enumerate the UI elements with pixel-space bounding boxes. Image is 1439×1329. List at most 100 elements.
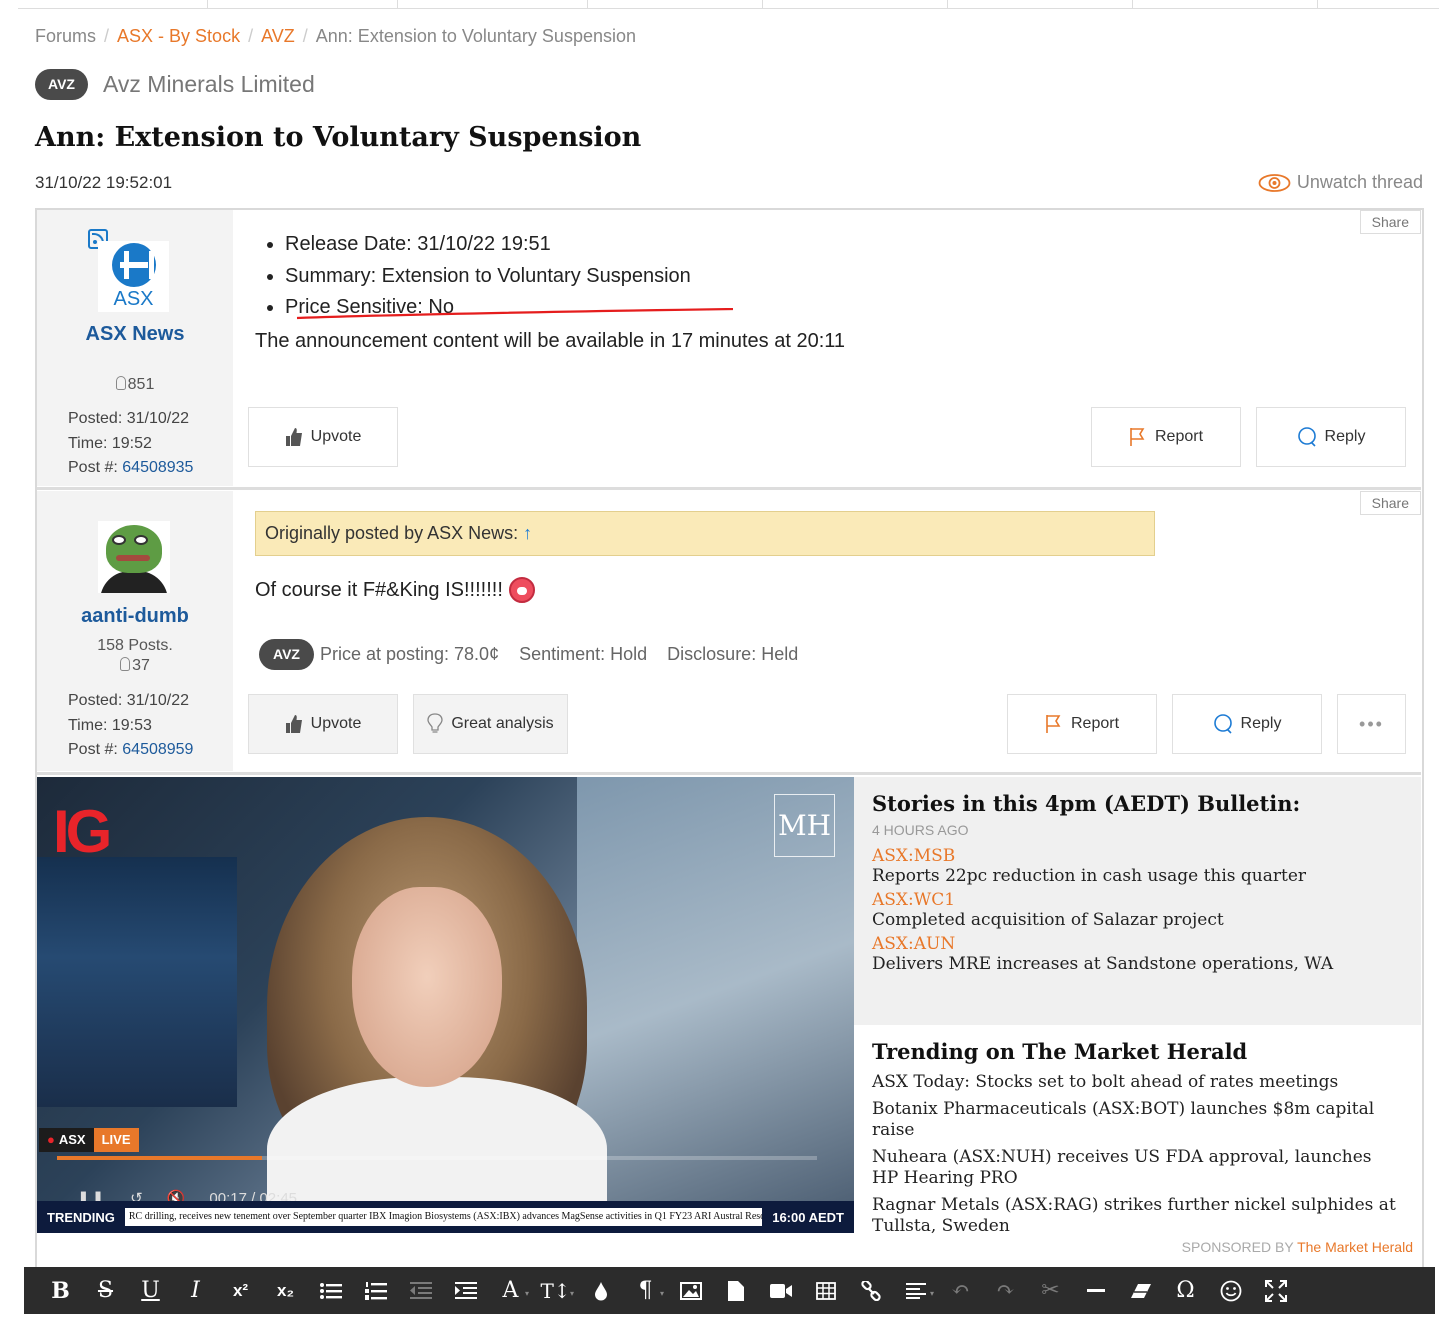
report-button[interactable]: Report: [1091, 407, 1241, 467]
reply-button[interactable]: Reply: [1172, 694, 1322, 754]
post-meta: Posted: 31/10/22 Time: 19:52 Post #: 645…: [68, 407, 193, 481]
bullet-list-icon[interactable]: [308, 1267, 353, 1314]
insert-image-icon[interactable]: [668, 1267, 713, 1314]
author-name[interactable]: aanti-dumb: [37, 605, 233, 628]
trending-title: Trending on The Market Herald: [872, 1039, 1248, 1064]
posted-date: Posted: 31/10/22: [68, 410, 189, 427]
story-item[interactable]: ASX:MSB Reports 22pc reduction in cash us…: [872, 846, 1403, 886]
post-number: Post #: 64508935: [68, 459, 194, 476]
flag-icon: [1046, 715, 1061, 733]
emoticons-icon[interactable]: [1208, 1267, 1253, 1314]
author-name[interactable]: ASX News: [37, 323, 233, 346]
bold-button[interactable]: B: [38, 1267, 83, 1314]
reply-button[interactable]: Reply: [1256, 407, 1406, 467]
insert-table-icon[interactable]: [803, 1267, 848, 1314]
unwatch-thread-label: Unwatch thread: [1296, 172, 1423, 192]
ig-logo: IG: [53, 798, 112, 865]
angry-face-emoji-icon: [508, 577, 535, 603]
stock-header: AVZ Avz Minerals Limited: [35, 69, 315, 100]
trending-item[interactable]: ASX Today: Stocks set to bolt ahead of r…: [872, 1072, 1403, 1093]
asx-live-badge: ● ASX LIVE: [39, 1128, 139, 1152]
thread-date: 31/10/22 19:52:01: [35, 173, 173, 192]
report-button[interactable]: Report: [1007, 694, 1157, 754]
breadcrumb-asx-by-stock[interactable]: ASX - By Stock: [117, 26, 240, 46]
avatar[interactable]: ASX: [98, 241, 169, 312]
lightbulb-icon: [115, 376, 126, 390]
clear-formatting-icon[interactable]: [1118, 1267, 1163, 1314]
outdent-icon[interactable]: [398, 1267, 443, 1314]
stock-name[interactable]: Avz Minerals Limited: [103, 71, 315, 98]
post-number-link[interactable]: 64508959: [122, 741, 193, 758]
video-progress-fill: [57, 1156, 263, 1160]
scissors-icon[interactable]: ✂: [1028, 1267, 1073, 1314]
breadcrumb-forums[interactable]: Forums: [35, 26, 96, 46]
upvote-button[interactable]: Upvote: [248, 694, 398, 754]
post-asx-news: ASX ASX News 851 Posted: 31/10/22 Time: …: [37, 210, 1421, 486]
post-count: 158 Posts.: [97, 637, 173, 654]
paragraph-format-icon[interactable]: ¶ ▾: [623, 1267, 668, 1314]
upvote-button[interactable]: Upvote: [248, 407, 398, 467]
report-label: Report: [1070, 715, 1120, 732]
unwatch-thread-button[interactable]: Unwatch thread: [1258, 172, 1423, 193]
redo-icon[interactable]: ↷: [983, 1267, 1028, 1314]
font-size-button[interactable]: T↕ ▾: [533, 1267, 578, 1314]
top-strip: [18, 0, 1439, 9]
story-item[interactable]: ASX:AUN Delivers MRE increases at Sandsto…: [872, 934, 1403, 974]
insert-link-icon[interactable]: [848, 1267, 893, 1314]
bulletin-title: Stories in this 4pm (AEDT) Bulletin:: [872, 791, 1301, 816]
red-underline-annotation: [296, 308, 734, 320]
more-options-button[interactable]: •••: [1337, 694, 1406, 754]
insert-file-icon[interactable]: [713, 1267, 758, 1314]
share-button[interactable]: Share: [1359, 491, 1421, 515]
indent-icon[interactable]: [443, 1267, 488, 1314]
share-button[interactable]: Share: [1359, 210, 1421, 234]
posted-time: Time: 19:52: [68, 434, 152, 452]
post-info: AVZ Price at posting: 78.0¢ Sentiment: H…: [259, 639, 818, 670]
asx-logo-icon: [112, 243, 156, 287]
superscript-button[interactable]: x²: [218, 1267, 263, 1314]
trending-item[interactable]: Botanix Pharmaceuticals (ASX:BOT) launch…: [872, 1099, 1403, 1141]
reply-label: Reply: [1240, 715, 1282, 732]
report-label: Report: [1154, 428, 1204, 445]
special-characters-icon[interactable]: Ω: [1163, 1267, 1208, 1314]
video-background-screens: [37, 857, 237, 1107]
font-family-button[interactable]: A ▾: [488, 1267, 533, 1314]
underline-button[interactable]: U: [128, 1267, 173, 1314]
trending-item[interactable]: Nuheara (ASX:NUH) receives US FDA approv…: [872, 1147, 1403, 1189]
stock-code-badge[interactable]: AVZ: [259, 639, 314, 670]
subscript-button[interactable]: x₂: [263, 1267, 308, 1314]
post-number-link[interactable]: 64508935: [122, 459, 193, 476]
horizontal-rule-icon[interactable]: [1073, 1267, 1118, 1314]
great-analysis-label: Great analysis: [451, 715, 554, 732]
great-analysis-button[interactable]: Great analysis: [413, 694, 568, 754]
undo-icon[interactable]: ↶: [938, 1267, 983, 1314]
video-player[interactable]: IG MH ● ASX LIVE ❚❚ ↺ 🔇 00:17 / 02:45 TRE…: [37, 777, 854, 1233]
numbered-list-icon[interactable]: [353, 1267, 398, 1314]
strikethrough-button[interactable]: S: [83, 1267, 128, 1314]
align-icon[interactable]: ▾: [893, 1267, 938, 1314]
thumbs-up-icon: [285, 715, 302, 733]
stock-code-badge[interactable]: AVZ: [35, 69, 88, 100]
quote-source-arrow-icon[interactable]: ↑: [523, 523, 532, 543]
sponsor-link[interactable]: The Market Herald: [1297, 1239, 1413, 1255]
insert-video-icon[interactable]: [758, 1267, 803, 1314]
avatar[interactable]: [98, 521, 170, 593]
lightbulb-icon: [427, 713, 444, 733]
quote-label: Originally posted by ASX News:: [265, 523, 519, 543]
post-number: Post #: 64508959: [68, 741, 194, 758]
bulletin-age: 4 HOURS AGO: [872, 822, 969, 838]
thumbs-up-icon: [285, 428, 302, 446]
trending-item[interactable]: Ragnar Metals (ASX:RAG) strikes further …: [872, 1195, 1403, 1237]
italic-button[interactable]: I: [173, 1267, 218, 1314]
story-item[interactable]: ASX:WC1 Completed acquisition of Salazar …: [872, 890, 1403, 930]
fullscreen-icon[interactable]: [1253, 1267, 1298, 1314]
color-drop-icon[interactable]: [578, 1267, 623, 1314]
ticker-label: TRENDING: [47, 1209, 115, 1225]
breadcrumb-current: Ann: Extension to Voluntary Suspension: [315, 26, 636, 46]
disclosure: Disclosure: Held: [667, 644, 799, 664]
price-at-posting: Price at posting: 78.0¢: [319, 644, 500, 664]
post-author-sidebar: aanti-dumb 158 Posts. 37 Posted: 31/10/2…: [37, 491, 233, 771]
breadcrumb-avz[interactable]: AVZ: [261, 26, 295, 46]
video-progress-bar[interactable]: [57, 1156, 817, 1160]
lightbulb-icon: [120, 657, 131, 671]
